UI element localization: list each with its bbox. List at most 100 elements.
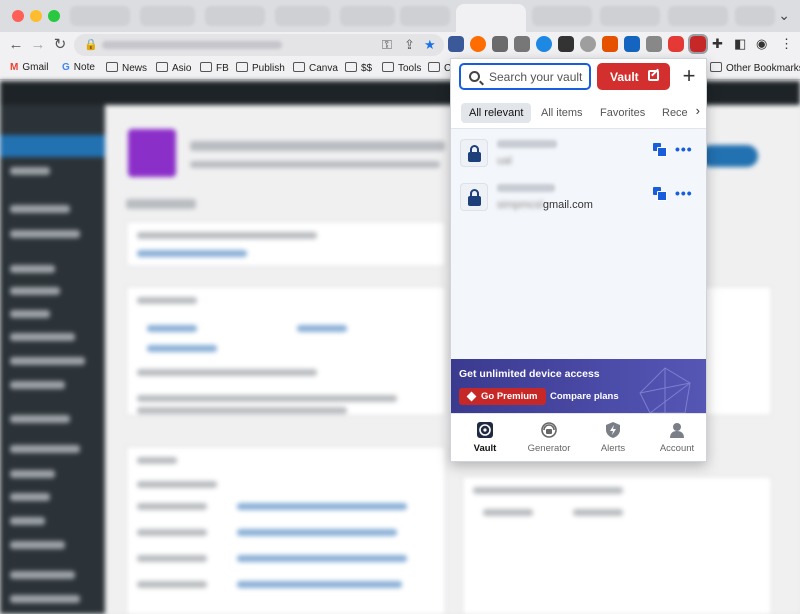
nav-tab-generator[interactable]: Generator [517,414,581,461]
browser-tab[interactable] [70,6,130,26]
bookmark-gmail[interactable]: M Gmail [10,62,48,73]
browser-tab[interactable] [400,6,450,26]
go-premium-button[interactable]: Go Premium [459,388,546,405]
bitwarden-extension-icon[interactable] [688,34,708,54]
item-username: ual [497,155,512,167]
pocket-icon[interactable] [668,36,684,52]
bookmark-note[interactable]: G Note [62,62,95,73]
gmail-icon: M [10,62,19,73]
extension-icon[interactable] [580,36,596,52]
maximize-window-button[interactable] [48,10,60,22]
extension-icon[interactable] [602,36,618,52]
extensions-puzzle-icon[interactable]: ✚ [712,36,723,52]
mesh-decoration-icon [639,367,691,413]
folder-icon [200,62,212,72]
bookmark-tools[interactable]: Tools [382,62,421,74]
folder-icon [236,62,248,72]
external-link-icon [648,70,659,81]
vault-item[interactable]: ual ••• [451,135,706,173]
lock-icon [460,183,488,211]
browser-tab[interactable] [600,6,660,26]
bookmark-money[interactable]: $$ [345,62,372,74]
extension-icon[interactable] [624,36,640,52]
bookmark-fb[interactable]: FB [200,62,229,74]
bookmark-asio[interactable]: Asio [156,62,191,74]
search-input[interactable] [489,68,589,86]
chat-extension-icon[interactable] [536,36,552,52]
add-item-button[interactable]: + [677,63,701,90]
url-text-blurred [102,41,282,49]
bookmark-other[interactable]: Other Bookmarks [710,62,800,74]
promo-title: Get unlimited device access [459,368,600,380]
item-username: simpmcslgmail.com [497,199,593,211]
close-window-button[interactable] [12,10,24,22]
copy-icon[interactable] [653,143,667,157]
minimize-window-button[interactable] [30,10,42,22]
vault-item[interactable]: simpmcslgmail.com ••• [451,179,706,217]
bookmark-news[interactable]: News [106,62,147,74]
bookmark-canva[interactable]: Canva [293,62,338,74]
image-extension-icon[interactable] [558,36,574,52]
bottom-navigation: Vault Generator Alerts Account [451,413,706,462]
tab-all-items[interactable]: All items [541,103,583,123]
extension-icon[interactable] [492,36,508,52]
forward-arrow-icon[interactable]: → [28,35,48,55]
popup-header: Vault + [451,59,706,97]
active-tab-indicator [456,461,518,462]
copy-icon[interactable] [653,187,667,201]
browser-tab[interactable] [532,6,592,26]
browser-tab[interactable] [668,6,728,26]
browser-menu-icon[interactable]: ⋮ [780,36,793,52]
lock-icon: 🔒 [84,39,98,51]
reload-icon[interactable]: ↻ [50,35,70,55]
folder-icon [293,62,305,72]
tab-favorites[interactable]: Favorites [600,103,645,123]
bookmark-c[interactable]: C [428,62,451,74]
wp-admin-sidebar [0,105,105,614]
profile-avatar[interactable]: ◉ [756,36,767,52]
folder-icon [428,62,440,72]
side-panel-icon[interactable]: ◧ [734,36,746,52]
google-icon: G [62,62,70,73]
bookmark-publish[interactable]: Publish [236,62,285,74]
nav-tab-account[interactable]: Account [645,414,706,461]
folder-icon [710,62,722,72]
extension-icon[interactable] [470,36,486,52]
search-box[interactable] [459,63,591,90]
search-icon [469,71,480,82]
browser-tab[interactable] [275,6,330,26]
bitwarden-popup: Vault + All relevant All items Favorites… [450,58,707,462]
share-icon[interactable]: ⇪ [404,37,415,53]
browser-tab[interactable] [140,6,195,26]
browser-tab-bar: ⌄ [0,0,800,32]
nav-tab-alerts[interactable]: Alerts [581,414,645,461]
generator-icon [541,422,557,438]
compare-plans-link[interactable]: Compare plans [550,391,619,402]
feather-extension-icon[interactable] [646,36,662,52]
tab-all-relevant[interactable]: All relevant [461,103,532,123]
lock-icon [460,139,488,167]
folder-icon [106,62,118,72]
browser-tab[interactable] [340,6,395,26]
tab-recent[interactable]: Rece [662,103,688,123]
tab-search-chevron-icon[interactable]: ⌄ [778,7,790,24]
browser-tab[interactable] [205,6,265,26]
nav-tab-vault[interactable]: Vault [453,414,518,462]
bookmark-star-icon[interactable]: ★ [424,37,436,53]
extension-icon[interactable] [448,36,464,52]
item-name-blurred [497,184,555,192]
browser-tab[interactable] [735,6,775,26]
vault-icon [477,422,493,438]
key-icon[interactable]: ⚿ [382,37,392,53]
browser-tab-active[interactable] [456,4,526,32]
more-options-icon[interactable]: ••• [675,185,693,201]
address-bar[interactable]: 🔒 ⚿ ⇪ ★ [74,34,444,56]
open-vault-button[interactable]: Vault [597,63,670,90]
filter-tabs: All relevant All items Favorites Rece › [451,97,706,129]
chevron-right-icon[interactable]: › [696,103,700,118]
browser-toolbar: ← → ↻ 🔒 ⚿ ⇪ ★ ✚ ◧ ◉ ⋮ [0,32,800,58]
more-options-icon[interactable]: ••• [675,141,693,157]
back-arrow-icon[interactable]: ← [6,35,26,55]
microphone-icon[interactable] [514,36,530,52]
account-person-icon [670,423,684,438]
